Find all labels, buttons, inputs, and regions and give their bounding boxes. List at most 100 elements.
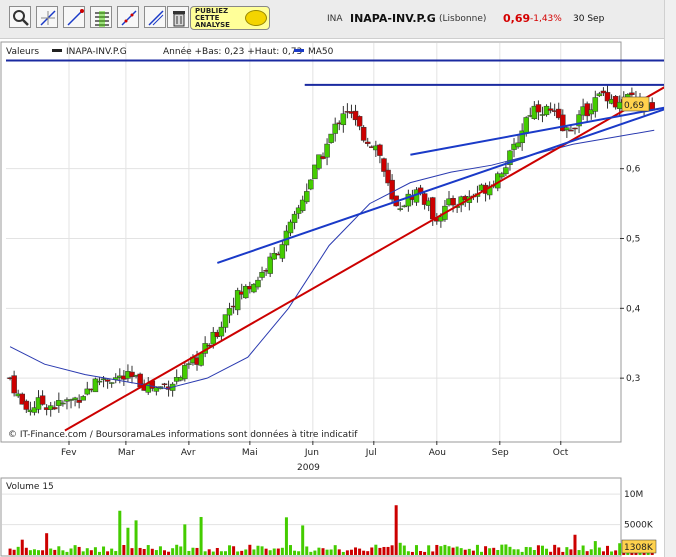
candle-body	[222, 314, 229, 328]
volume-bar	[337, 549, 341, 555]
volume-bar	[540, 545, 544, 555]
volume-bar	[203, 551, 207, 555]
volume-bar	[102, 546, 106, 555]
volume-bar	[183, 524, 187, 555]
volume-bar	[313, 550, 317, 555]
candle-body	[377, 144, 383, 156]
x-tick-label: Mar	[118, 448, 135, 458]
volume-bar	[219, 551, 223, 555]
credit-text: © IT-Finance.com / BoursoramaLes informa…	[8, 429, 358, 440]
volume-bar	[260, 546, 264, 555]
candle-body	[356, 116, 363, 127]
candle-body	[255, 279, 261, 288]
candle-body	[60, 402, 66, 405]
volume-bar	[406, 551, 410, 555]
volume-bar	[455, 546, 459, 555]
volume-bar	[366, 551, 370, 555]
volume-bar	[163, 550, 167, 555]
volume-bar	[32, 549, 36, 555]
year-label: 2009	[297, 463, 320, 473]
volume-bar	[362, 550, 366, 555]
volume-bar	[329, 549, 333, 555]
volume-bar	[419, 551, 423, 555]
volume-bar	[268, 550, 272, 555]
volume-bar	[297, 551, 301, 555]
volume-bar	[325, 549, 329, 555]
candle-body	[39, 395, 46, 405]
volume-bar	[24, 547, 28, 555]
volume-bar	[252, 549, 256, 555]
candle-body	[328, 133, 334, 143]
y-tick-label: 0,6	[626, 165, 641, 175]
volume-bar	[211, 551, 215, 555]
volume-bar	[77, 546, 81, 555]
volume-bar	[423, 551, 427, 555]
candle-body	[279, 244, 286, 259]
volume-bar	[232, 546, 236, 555]
volume-bar	[528, 547, 532, 555]
legend-price-swatch	[52, 49, 62, 52]
volume-bar	[549, 551, 553, 555]
volume-bar	[431, 551, 435, 555]
volume-bar	[126, 527, 130, 555]
volume-bar	[187, 550, 191, 555]
legend-range: Année +Bas: 0,23 +Haut: 0,73	[163, 46, 302, 57]
candle-body	[547, 108, 554, 111]
volume-bar	[167, 551, 171, 555]
candle-body	[108, 382, 115, 384]
volume-bar	[154, 550, 158, 555]
volume-bar	[256, 545, 260, 555]
volume-bar	[581, 545, 585, 555]
volume-bar	[146, 545, 150, 555]
volume-bar	[390, 545, 394, 555]
volume-bar	[618, 543, 622, 555]
volume-bar	[484, 546, 488, 555]
volume-bar	[565, 547, 569, 555]
candle-body	[340, 113, 347, 126]
volume-bar	[524, 546, 528, 555]
volume-bar	[317, 547, 321, 555]
volume-bar	[272, 548, 276, 555]
candle-body	[568, 129, 574, 132]
volume-bar	[171, 548, 175, 555]
volume-label: Volume 15	[6, 482, 54, 492]
volume-bar	[305, 546, 309, 555]
volume-bar	[341, 551, 345, 555]
candle-body	[572, 127, 578, 130]
candle-body	[267, 256, 273, 274]
volume-bar	[475, 544, 479, 555]
candle-body	[291, 213, 298, 223]
volume-bar	[301, 525, 305, 555]
volume-bar	[601, 551, 605, 555]
volume-bar	[427, 545, 431, 555]
volume-bar	[45, 533, 49, 555]
x-tick-label: Jun	[304, 448, 319, 458]
volume-bar	[85, 548, 89, 555]
volume-bar	[248, 544, 252, 555]
x-tick-label: Mai	[242, 448, 258, 458]
volume-bar	[57, 546, 61, 555]
volume-bar	[288, 545, 292, 555]
candle-body	[287, 221, 294, 234]
price-tag: 0,69	[621, 96, 650, 112]
volume-bar	[467, 548, 471, 555]
volume-bar	[199, 516, 203, 555]
legend-ma-swatch	[294, 49, 304, 52]
volume-y-axis: 10M 5000K	[624, 490, 654, 530]
volume-bar	[545, 548, 549, 555]
volume-bar	[138, 547, 142, 555]
volume-bar	[488, 548, 492, 555]
volume-bar	[500, 544, 504, 555]
volume-bar	[508, 546, 512, 555]
y-tick-label: 0,3	[626, 374, 640, 384]
volume-bar	[532, 549, 536, 555]
volume-tag: 1308K	[621, 539, 657, 554]
vertical-scrollbar[interactable]	[664, 0, 676, 557]
volume-bar	[447, 546, 451, 555]
candle-body	[198, 352, 204, 366]
volume-bar	[41, 550, 45, 555]
candle-body	[161, 383, 168, 386]
volume-bar	[49, 548, 53, 555]
volume-bar	[536, 545, 540, 555]
candle-body	[226, 308, 233, 316]
